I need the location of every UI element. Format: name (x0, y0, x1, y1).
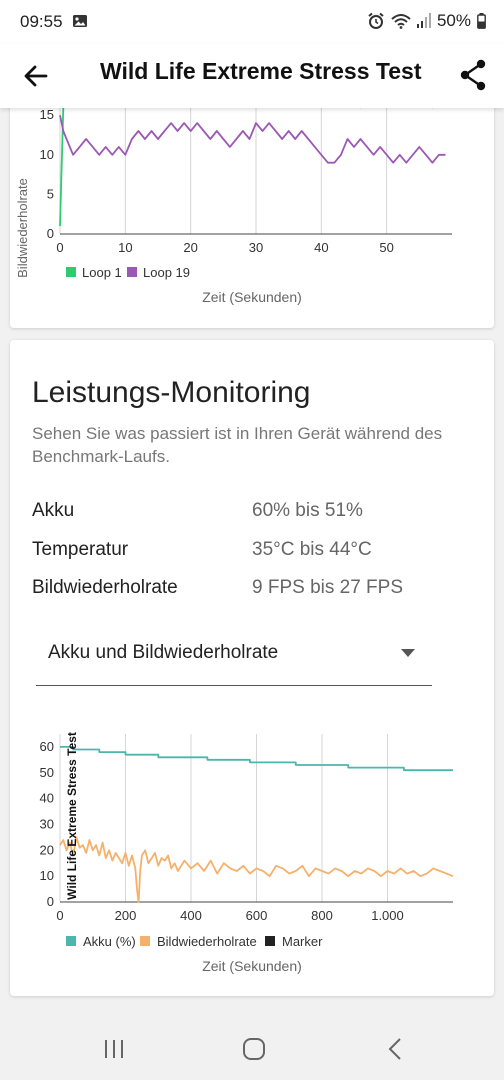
section-description: Sehen Sie was passiert ist in Ihren Gerä… (32, 424, 443, 466)
stat-value: 35°C bis 44°C (252, 539, 372, 560)
loop-comparison-card: 05101520 01020304050 Bildwiederholrate L… (10, 27, 494, 328)
x-tick-label: 600 (246, 908, 268, 923)
legend-label-marker: Marker (282, 934, 323, 949)
alarm-icon (368, 12, 384, 29)
app-bar: Wild Life Extreme Stress Test (0, 44, 504, 108)
y-tick-label: 40 (40, 791, 54, 806)
signal-icon (416, 13, 431, 28)
recent-apps-icon[interactable] (100, 1036, 128, 1062)
x-axis-label: Zeit (Sekunden) (202, 958, 302, 974)
status-bar: 09:55 50% (0, 0, 504, 44)
y-axis-label: Bildwiederholrate (15, 178, 30, 278)
y-tick-label: 0 (47, 894, 54, 909)
status-time: 09:55 (20, 12, 63, 31)
y-tick-label: 10 (40, 868, 54, 883)
legend-swatch-fps (140, 936, 150, 946)
y-tick-label: 60 (40, 739, 54, 754)
performance-monitoring-card: Leistungs-Monitoring Sehen Sie was passi… (10, 340, 494, 996)
x-tick-label: 30 (249, 240, 263, 255)
gallery-notification-icon (73, 15, 87, 27)
battery-icon (477, 13, 486, 29)
y-tick-label: 5 (47, 186, 54, 201)
x-tick-label: 10 (118, 240, 132, 255)
y-tick-label: 30 (40, 816, 54, 831)
loop-fps-chart: 05101520 01020304050 Bildwiederholrate L… (15, 27, 452, 305)
legend-swatch-akku (66, 936, 76, 946)
x-tick-label: 40 (314, 240, 328, 255)
y-tick-label: 15 (40, 107, 54, 122)
series-line-loop-1 (59, 27, 446, 227)
dropdown-arrow-icon (401, 649, 415, 657)
stat-value: 9 FPS bis 27 FPS (252, 577, 404, 598)
status-icons: 50% (367, 11, 486, 31)
x-tick-label: 1.000 (371, 908, 404, 923)
x-tick-label: 50 (379, 240, 393, 255)
chart-type-dropdown[interactable]: Akku und Bildwiederholrate (36, 636, 432, 686)
wifi-icon (391, 14, 411, 29)
y-axis-label: Wild Life Extreme Stress Test (65, 732, 79, 900)
legend-label-fps: Bildwiederholrate (157, 934, 257, 949)
home-icon[interactable] (240, 1036, 268, 1062)
section-heading: Leistungs-Monitoring (32, 376, 311, 409)
series-line-loop-19 (59, 115, 446, 164)
stat-value: 60% bis 51% (252, 500, 363, 521)
dropdown-value: Akku und Bildwiederholrate (48, 642, 279, 663)
stat-label: Akku (32, 500, 75, 521)
x-tick-label: 400 (180, 908, 202, 923)
x-tick-label: 800 (311, 908, 333, 923)
y-tick-label: 0 (47, 226, 54, 241)
stat-label: Bildwiederholrate (32, 577, 178, 598)
legend-label-loop1: Loop 1 (82, 265, 122, 280)
x-tick-label: 200 (115, 908, 137, 923)
back-nav-icon[interactable] (382, 1036, 410, 1062)
back-arrow-icon[interactable] (20, 60, 52, 92)
y-tick-label: 10 (40, 147, 54, 162)
page-title: Wild Life Extreme Stress Test (100, 58, 422, 84)
stat-label: Temperatur (32, 539, 129, 560)
x-axis-label: Zeit (Sekunden) (202, 289, 302, 305)
legend-swatch-loop19 (127, 267, 137, 277)
legend-swatch-loop1 (66, 267, 76, 277)
y-tick-label: 50 (40, 765, 54, 780)
battery-fps-chart: 0 10 20 30 40 50 60 0 200 400 600 800 1.000 Wild Li… (40, 732, 454, 974)
system-nav-bar (0, 1018, 504, 1080)
legend-swatch-marker (265, 936, 275, 946)
y-tick-label: 20 (40, 842, 54, 857)
legend-label-akku: Akku (%) (83, 934, 136, 949)
x-tick-label: 0 (56, 908, 63, 923)
x-tick-label: 0 (56, 240, 63, 255)
share-icon[interactable] (458, 58, 490, 92)
legend-label-loop19: Loop 19 (143, 265, 190, 280)
x-tick-label: 20 (183, 240, 197, 255)
battery-percent: 50% (436, 11, 471, 30)
